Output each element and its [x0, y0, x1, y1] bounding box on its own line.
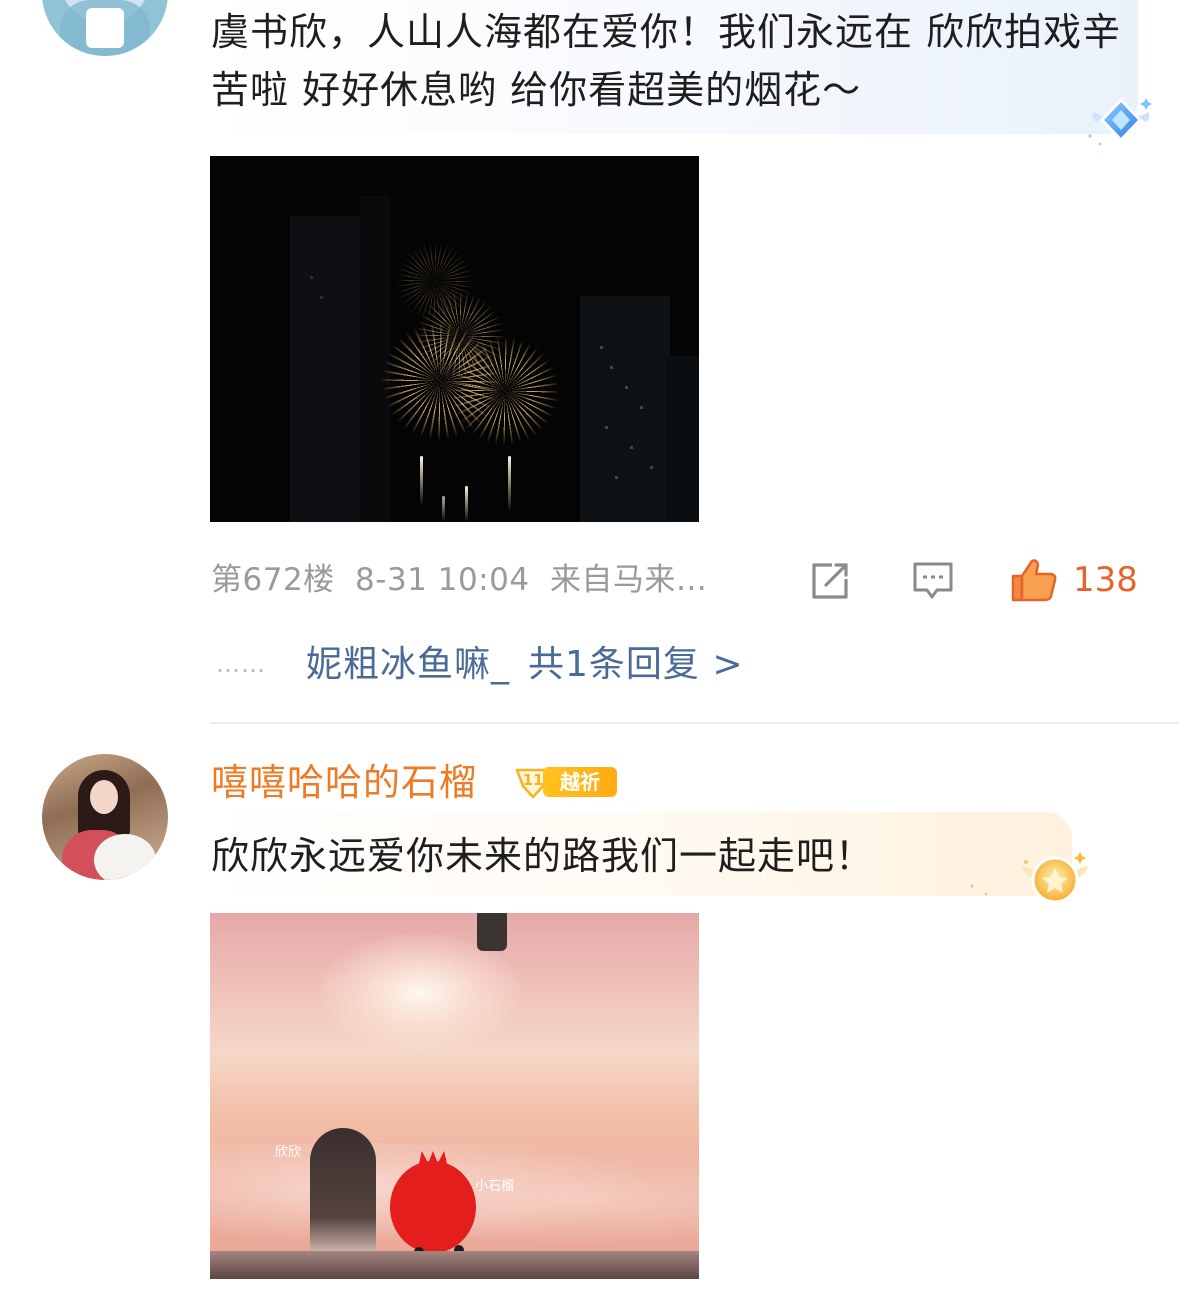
reply-username[interactable]: 妮粗冰鱼嘛_: [306, 644, 510, 685]
gold-star-badge-icon: [970, 852, 1088, 904]
commenter-username[interactable]: 嘻嘻哈哈的石榴: [211, 757, 477, 809]
comment-image-fireworks[interactable]: [210, 156, 699, 522]
fan-level-badge[interactable]: 11 越祈: [513, 764, 617, 800]
like-count[interactable]: 138: [1073, 558, 1138, 602]
comment-image-sunset[interactable]: 欣欣 小石榴: [210, 913, 699, 1279]
view-replies-link[interactable]: 妮粗冰鱼嘛_ 共1条回复 >: [306, 640, 744, 690]
commenter-avatar[interactable]: [42, 754, 168, 880]
commenter-avatar[interactable]: [42, 0, 168, 56]
comment-meta: 第672楼 8-31 10:04 来自马来…: [211, 558, 707, 602]
fan-group-name: 越祈: [543, 767, 617, 797]
reply-count[interactable]: 共1条回复 >: [528, 644, 744, 685]
reply-dots: ……: [216, 650, 266, 678]
comment-icon[interactable]: [912, 561, 954, 601]
share-icon[interactable]: [810, 561, 850, 601]
comment-location: 来自马来…: [549, 562, 708, 598]
fan-level-number: 11: [523, 771, 544, 789]
comment-text: 虞书欣，人山人海都在爱你！我们永远在 欣欣拍戏辛苦啦 好好休息哟 给你看超美的烟…: [211, 10, 1122, 112]
comment-text: 欣欣永远爱你未来的路我们一起走吧！: [211, 834, 875, 878]
image-label-right: 小石榴: [475, 1179, 515, 1194]
comment-divider: [210, 722, 1179, 724]
comment-date: 8-31 10:04: [355, 562, 530, 598]
thumbs-up-icon[interactable]: [1010, 557, 1058, 603]
floor-number: 第672楼: [211, 562, 335, 598]
image-label-left: 欣欣: [275, 1145, 302, 1160]
blue-diamond-badge-icon: [1088, 97, 1152, 146]
